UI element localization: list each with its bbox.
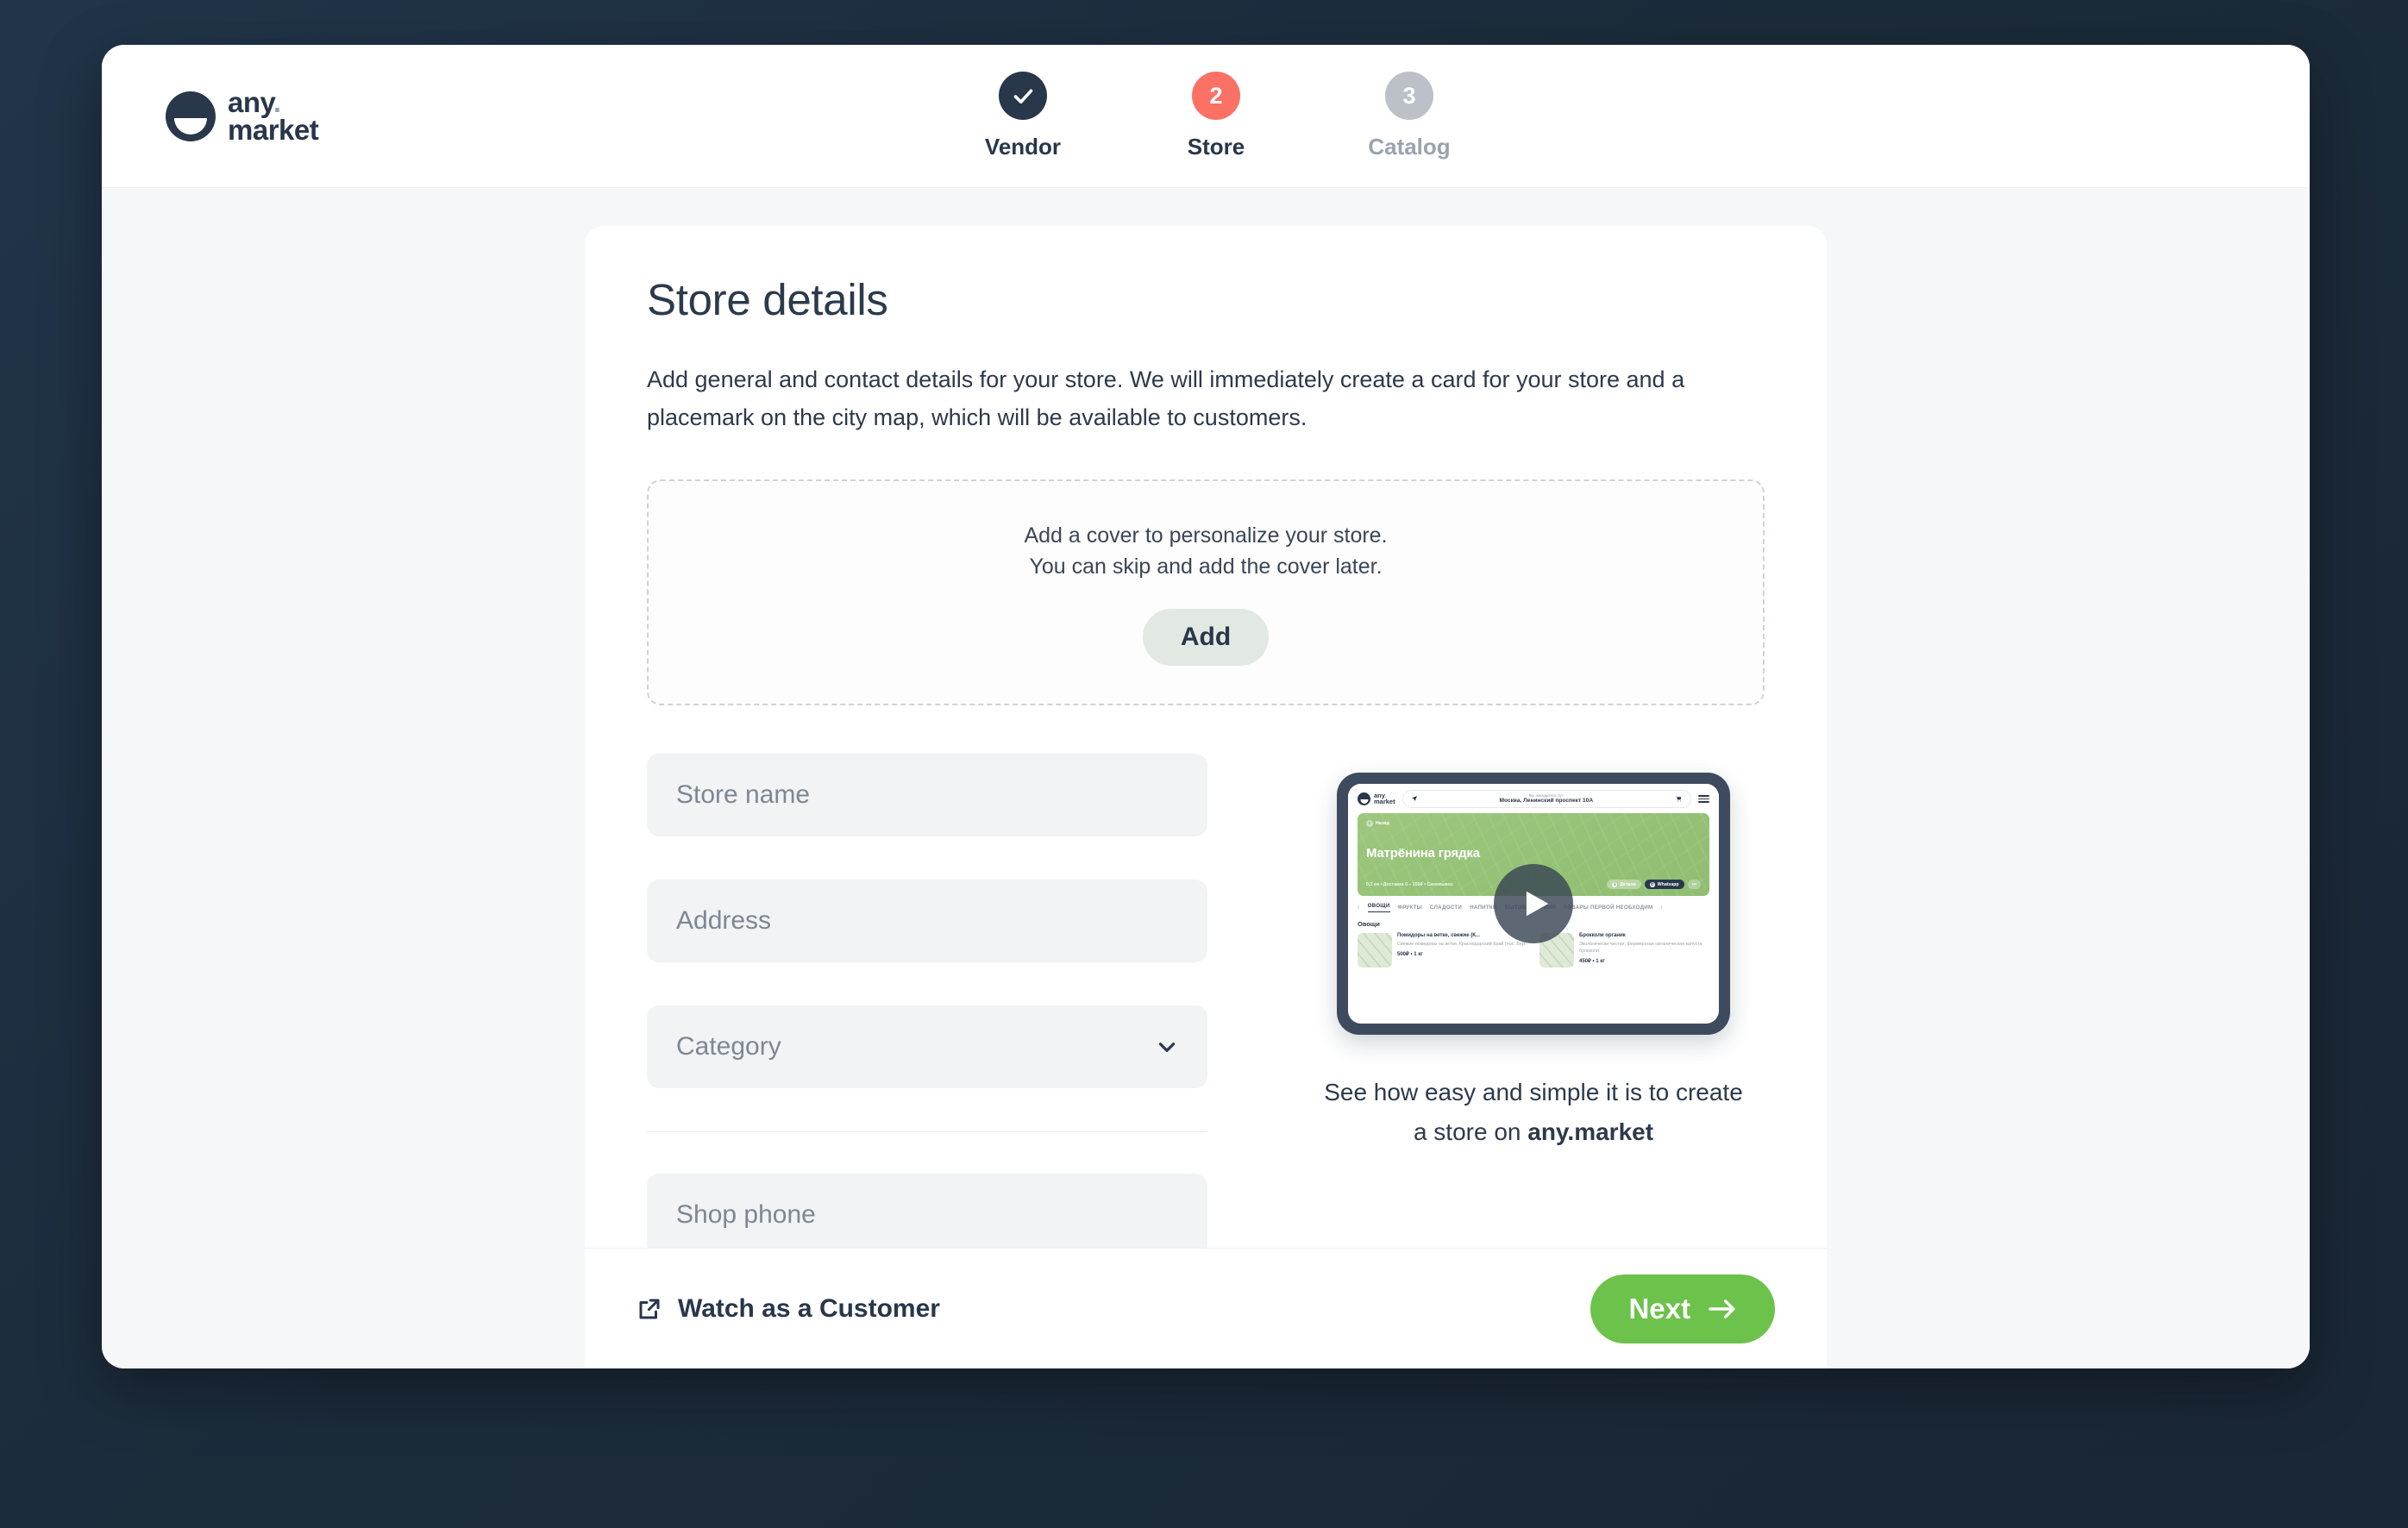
step-store[interactable]: 2 Store [1164, 72, 1268, 160]
cover-dropzone[interactable]: Add a cover to personalize your store. Y… [647, 479, 1765, 706]
mini-tab-3: НАПИТКИ [1470, 905, 1497, 911]
chip-details-label: Детали [1620, 881, 1636, 887]
mini-store-name: Матрёнина грядка [1366, 846, 1480, 861]
play-icon [1526, 892, 1548, 917]
cart-icon [1676, 796, 1682, 802]
step-catalog-label: Catalog [1368, 134, 1451, 160]
step-vendor[interactable]: Vendor [971, 72, 1075, 160]
category-select[interactable]: Category [647, 1005, 1207, 1089]
location-arrow-icon [1411, 796, 1417, 802]
promo-caption-brand: any.market [1527, 1118, 1654, 1145]
watch-as-customer-label: Watch as a Customer [678, 1293, 940, 1323]
form-divider [647, 1131, 1207, 1133]
store-details-card: Store details Add general and contact de… [585, 226, 1827, 1304]
mini-app-header: any. market Вы находитесь тут Москва, Ле… [1348, 784, 1719, 814]
next-button[interactable]: Next [1590, 1274, 1775, 1343]
step-store-badge: 2 [1192, 72, 1240, 120]
step-store-label: Store [1187, 134, 1245, 160]
store-name-placeholder: Store name [676, 780, 811, 810]
tabs-prev-icon: ‹ [1358, 905, 1360, 911]
mini-any-market-logo-icon [1358, 792, 1370, 805]
promo-caption: See how easy and simple it is to create … [1302, 1073, 1765, 1151]
page-title: Store details [647, 275, 888, 324]
step-catalog-badge: 3 [1385, 72, 1433, 120]
promo-caption-line-2: a store on [1413, 1118, 1528, 1145]
promo-column: any. market Вы находитесь тут Москва, Ле… [1302, 754, 1765, 1299]
mini-brand-wordmark: any. market [1374, 792, 1395, 805]
wizard-footer: Watch as a Customer Next [585, 1248, 1827, 1368]
cover-dropzone-text: Add a cover to personalize your store. Y… [1024, 520, 1387, 583]
mini-product-card: Брокколи органик Экологически чистая, фе… [1539, 933, 1709, 968]
mini-store-meta: 0,3 км • Доставка 0 – 150₽ • Самовывоз [1366, 881, 1453, 887]
mini-location-text: Вы находитесь тут Москва, Ленинский прос… [1423, 793, 1670, 805]
app-header: any. market Vendor 2 Store 3 Catalog [102, 45, 2310, 188]
app-window: any. market Vendor 2 Store 3 Catalog Sto… [102, 45, 2310, 1368]
play-button[interactable] [1494, 864, 1573, 944]
step-vendor-label: Vendor [984, 134, 1062, 160]
cover-hint-line-1: Add a cover to personalize your store. [1024, 523, 1388, 548]
form-and-promo: Store name Address Category Shop phone a… [647, 754, 1765, 1299]
whatsapp-icon: ✆ [1649, 881, 1655, 887]
address-placeholder: Address [676, 906, 772, 936]
chip-more: ••• [1687, 880, 1701, 890]
back-arrow-icon: ‹ [1366, 820, 1373, 828]
promo-video-screen: any. market Вы находитесь тут Москва, Ле… [1348, 784, 1719, 1024]
any-market-logo-icon [166, 91, 216, 141]
chip-details: i Детали [1607, 880, 1641, 890]
chip-whatsapp-label: Whatsapp [1657, 881, 1679, 887]
mini-tab-2: СЛАДОСТИ [1430, 905, 1463, 911]
category-placeholder: Category [676, 1032, 781, 1061]
mini-location-bar: Вы находитесь тут Москва, Ленинский прос… [1402, 789, 1691, 808]
brand-wordmark: any. market [228, 88, 319, 146]
mini-product-title: Брокколи органик [1579, 933, 1626, 939]
mini-back-button: ‹ Назад [1366, 820, 1701, 828]
mini-tab-0: ОВОЩИ [1367, 903, 1390, 913]
mini-location-value: Москва, Ленинский проспект 10А [1499, 798, 1594, 805]
mini-product-desc: Экологически чистая, фермерская органиче… [1579, 941, 1703, 954]
arrow-right-icon [1709, 1299, 1735, 1318]
shop-phone-placeholder: Shop phone [676, 1200, 816, 1230]
chip-whatsapp: ✆ Whatsapp [1644, 880, 1684, 890]
mini-tab-1: ФРУКТЫ [1397, 905, 1422, 911]
hamburger-menu-icon [1698, 795, 1709, 803]
next-button-label: Next [1628, 1292, 1690, 1324]
mini-brand-line-2: market [1374, 798, 1395, 806]
address-input[interactable]: Address [647, 880, 1207, 963]
step-vendor-badge [999, 72, 1047, 120]
info-icon: i [1612, 881, 1618, 887]
shop-phone-input[interactable]: Shop phone [647, 1174, 1207, 1257]
mini-product-thumbnail [1358, 933, 1392, 968]
brand-line-2: market [228, 113, 319, 146]
promo-caption-line-1: See how easy and simple it is to create [1324, 1079, 1743, 1106]
external-link-icon [639, 1299, 660, 1318]
step-catalog[interactable]: 3 Catalog [1358, 72, 1461, 160]
mini-product-price: 450₽ • 1 кг [1579, 958, 1605, 964]
mini-product-info: Помидоры на ветке, свежие (К... Свежие п… [1397, 933, 1527, 968]
check-icon [1013, 89, 1032, 103]
watch-as-customer-link[interactable]: Watch as a Customer [636, 1294, 940, 1324]
app-body: Store details Add general and contact de… [102, 188, 2310, 1368]
mini-back-label: Назад [1376, 821, 1389, 827]
store-name-input[interactable]: Store name [647, 754, 1207, 837]
page-description: Add general and contact details for your… [647, 366, 1685, 430]
mini-product-info: Брокколи органик Экологически чистая, фе… [1579, 933, 1709, 968]
tabs-next-icon: › [1660, 905, 1663, 911]
mini-action-chips: i Детали ✆ Whatsapp ••• [1607, 880, 1701, 890]
cover-hint-line-2: You can skip and add the cover later. [1029, 554, 1383, 579]
onboarding-stepper: Vendor 2 Store 3 Catalog [950, 72, 1461, 160]
mini-product-card: Помидоры на ветке, свежие (К... Свежие п… [1358, 933, 1527, 968]
mini-product-price: 500₽ • 1 кг [1397, 951, 1423, 957]
store-form: Store name Address Category Shop phone [647, 754, 1207, 1299]
mini-tab-5: ТОВАРЫ ПЕРВОЙ НЕОБХОДИМ [1564, 905, 1653, 911]
promo-video-thumbnail[interactable]: any. market Вы находитесь тут Москва, Ле… [1337, 773, 1730, 1036]
mini-product-desc: Свежие помидоры на ветке, Краснодарский … [1397, 941, 1527, 947]
mini-brand-logo: any. market [1358, 792, 1395, 805]
brand-logo[interactable]: any. market [166, 88, 319, 146]
add-cover-button[interactable]: Add [1142, 608, 1270, 666]
chevron-down-icon [1158, 1043, 1176, 1053]
